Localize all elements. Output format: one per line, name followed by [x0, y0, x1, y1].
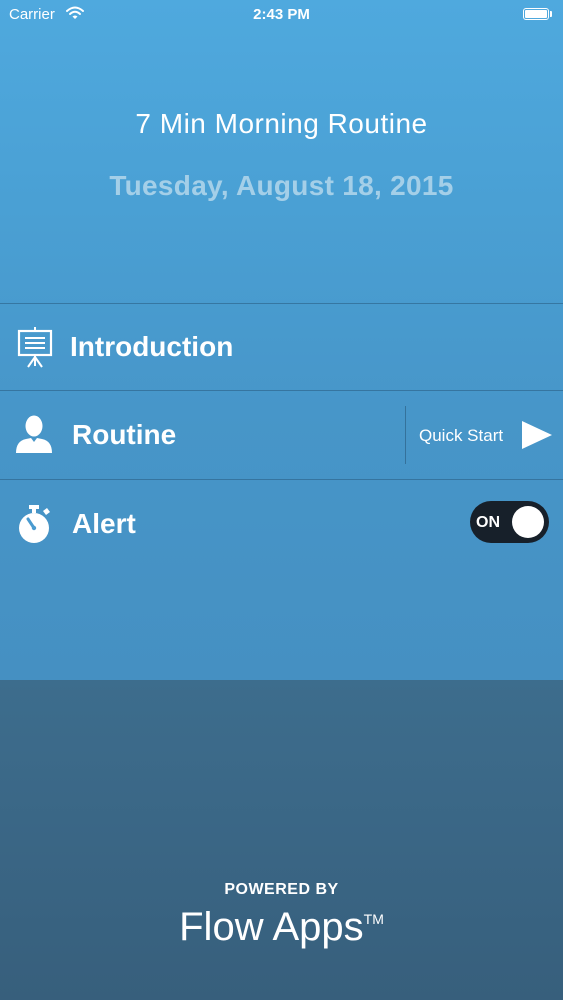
alert-toggle[interactable]: ON	[470, 501, 549, 543]
current-date: Tuesday, August 18, 2015	[109, 170, 454, 201]
introduction-row[interactable]: Introduction	[0, 304, 563, 390]
toggle-knob	[512, 506, 544, 538]
trademark-symbol: TM	[363, 911, 384, 927]
quick-start-button[interactable]: Quick Start	[406, 404, 563, 466]
toggle-state-label: ON	[476, 514, 500, 531]
powered-by-label: POWERED BY	[224, 881, 339, 898]
presentation-board-icon	[17, 327, 53, 368]
status-bar: Carrier 2:43 PM	[0, 0, 563, 30]
alert-label: Alert	[72, 508, 136, 539]
battery-icon	[523, 8, 549, 20]
routine-row[interactable]: Routine	[0, 391, 405, 477]
play-icon	[522, 421, 552, 449]
brand-name: Flow Apps	[179, 905, 364, 949]
stopwatch-icon	[19, 505, 50, 543]
app-title: 7 Min Morning Routine	[135, 108, 428, 139]
clock: 2:43 PM	[253, 6, 310, 23]
routine-label: Routine	[72, 419, 177, 450]
quick-start-label: Quick Start	[419, 426, 504, 445]
battery-tip	[550, 11, 552, 17]
introduction-label: Introduction	[70, 331, 234, 362]
person-icon	[16, 415, 52, 453]
brand-logo: Flow AppsTM	[0, 905, 563, 950]
bottom-background	[0, 680, 563, 1000]
